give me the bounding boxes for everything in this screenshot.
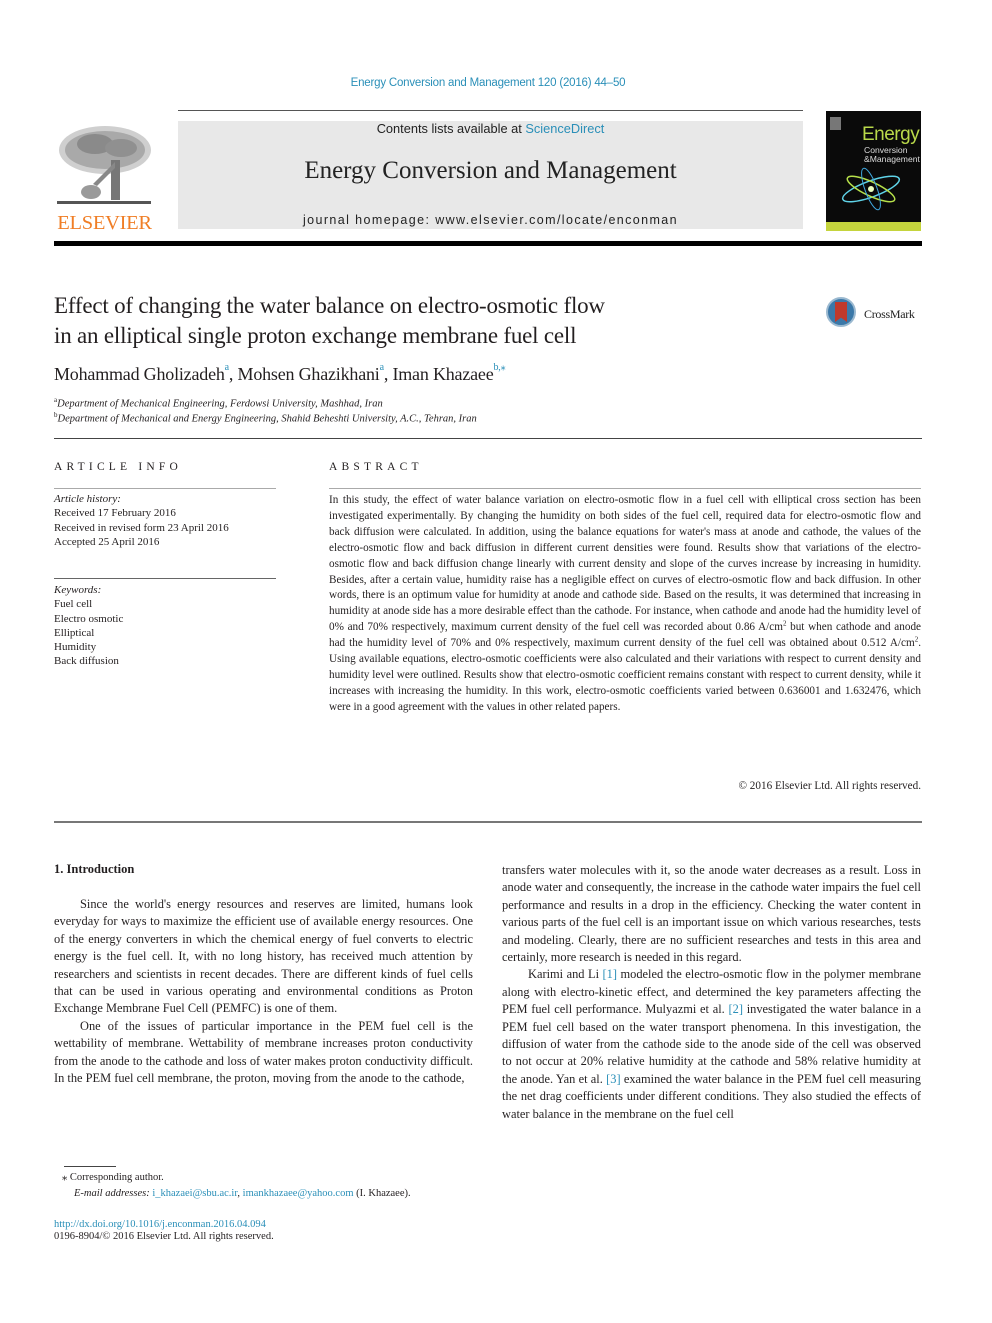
history-received: Received 17 February 2016 <box>54 507 176 520</box>
divider <box>329 488 921 489</box>
author-name[interactable]: Mohammad Gholizadeh <box>54 364 225 384</box>
abstract-text-part: In this study, the effect of water balan… <box>329 494 921 634</box>
header-thick-rule <box>54 241 922 246</box>
affiliation: aDepartment of Mechanical Engineering, F… <box>54 396 383 410</box>
keywords-label: Keywords: <box>54 584 102 596</box>
crossmark-label: CrossMark <box>864 307 915 321</box>
journal-title: Energy Conversion and Management <box>304 157 677 184</box>
keyword: Elliptical <box>54 626 95 639</box>
keyword: Back diffusion <box>54 655 119 668</box>
keyword: Humidity <box>54 641 97 654</box>
citation-link[interactable]: [3] <box>606 1072 620 1086</box>
body-column-right: transfers water molecules with it, so th… <box>502 862 921 1123</box>
email-note: E-mail addresses: i_khazaei@sbu.ac.ir, i… <box>54 1186 494 1202</box>
journal-masthead: Contents lists available at ScienceDirec… <box>178 121 803 229</box>
affiliation-marker[interactable]: b,⁎ <box>493 362 505 373</box>
body-paragraph: One of the issues of particular importan… <box>54 1018 473 1086</box>
email-link[interactable]: i_khazaei@sbu.ac.ir <box>152 1188 237 1199</box>
abstract-body: In this study, the effect of water balan… <box>329 493 921 716</box>
journal-cover-thumbnail[interactable]: Energy Conversion &Management <box>826 111 921 231</box>
issn-copyright: 0196-8904/© 2016 Elsevier Ltd. All right… <box>54 1231 274 1242</box>
section-heading-introduction: 1. Introduction <box>54 862 135 876</box>
cover-energy-swirl-icon <box>841 167 901 211</box>
history-revised: Received in revised form 23 April 2016 <box>54 521 229 534</box>
keyword: Fuel cell <box>54 598 93 611</box>
body-paragraph: Karimi and Li [1] modeled the electro-os… <box>502 966 921 1123</box>
running-head[interactable]: Energy Conversion and Management 120 (20… <box>0 77 976 89</box>
divider <box>54 821 922 823</box>
affiliation-text: Department of Mechanical Engineering, Fe… <box>57 398 383 410</box>
sciencedirect-link[interactable]: ScienceDirect <box>525 121 604 136</box>
footnotes: ⁎ Corresponding author. E-mail addresses… <box>54 1170 494 1202</box>
top-rule <box>178 110 803 111</box>
affiliation: bDepartment of Mechanical and Energy Eng… <box>54 411 477 425</box>
body-paragraph: transfers water molecules with it, so th… <box>502 863 921 965</box>
article-title: Effect of changing the water balance on … <box>54 291 754 351</box>
email-link[interactable]: imankhazaee@yahoo.com <box>243 1188 354 1199</box>
doi-link[interactable]: http://dx.doi.org/10.1016/j.enconman.201… <box>54 1217 266 1232</box>
author-name[interactable]: Iman Khazaee <box>392 364 493 384</box>
keywords: Keywords: Fuel cell Electro osmotic Elli… <box>54 583 276 669</box>
divider <box>54 488 276 489</box>
citation-link[interactable]: [1] <box>603 967 617 981</box>
email-label: E-mail addresses: <box>74 1188 153 1199</box>
cover-title: Energy <box>862 124 920 145</box>
abstract-heading: ABSTRACT <box>329 461 423 473</box>
email-suffix: (I. Khazaee). <box>353 1188 411 1199</box>
article-history-label: Article history: <box>54 493 121 505</box>
affiliation-marker[interactable]: a <box>380 362 384 373</box>
affiliation-text: Department of Mechanical and Energy Engi… <box>57 413 477 425</box>
contents-line: Contents lists available at ScienceDirec… <box>178 121 803 136</box>
crossmark-button[interactable]: CrossMark <box>826 297 926 333</box>
elsevier-logo[interactable]: ELSEVIER <box>53 118 156 235</box>
article-info-heading: ARTICLE INFO <box>54 461 182 473</box>
tree-logo-icon <box>57 126 151 204</box>
divider <box>54 438 922 439</box>
cover-elsevier-logo-icon <box>830 117 841 130</box>
affiliation-marker[interactable]: a <box>225 362 229 373</box>
author-list: Mohammad Gholizadeha, Mohsen Ghazikhania… <box>54 362 506 385</box>
author-name[interactable]: Mohsen Ghazikhani <box>238 364 380 384</box>
abstract-copyright: © 2016 Elsevier Ltd. All rights reserved… <box>738 780 922 792</box>
divider <box>54 578 276 579</box>
history-accepted: Accepted 25 April 2016 <box>54 535 160 548</box>
keyword: Electro osmotic <box>54 612 124 625</box>
citation-link[interactable]: [2] <box>729 1002 743 1016</box>
body-paragraph: Since the world's energy resources and r… <box>54 897 473 1016</box>
article-title-line2: in an elliptical single proton exchange … <box>54 323 577 348</box>
article-title-line1: Effect of changing the water balance on … <box>54 293 605 318</box>
corresponding-author-note: ⁎ Corresponding author. <box>62 1172 164 1183</box>
elsevier-wordmark: ELSEVIER <box>57 212 152 234</box>
author-separator: , <box>228 364 238 384</box>
journal-homepage-link[interactable]: journal homepage: www.elsevier.com/locat… <box>178 213 803 227</box>
article-history: Article history: Received 17 February 20… <box>54 492 276 549</box>
contents-prefix: Contents lists available at <box>376 121 526 136</box>
footnote-rule <box>64 1166 116 1167</box>
cover-band <box>826 222 921 231</box>
body-column-left: Since the world's energy resources and r… <box>54 896 473 1087</box>
body-text: Karimi and Li <box>528 967 603 982</box>
